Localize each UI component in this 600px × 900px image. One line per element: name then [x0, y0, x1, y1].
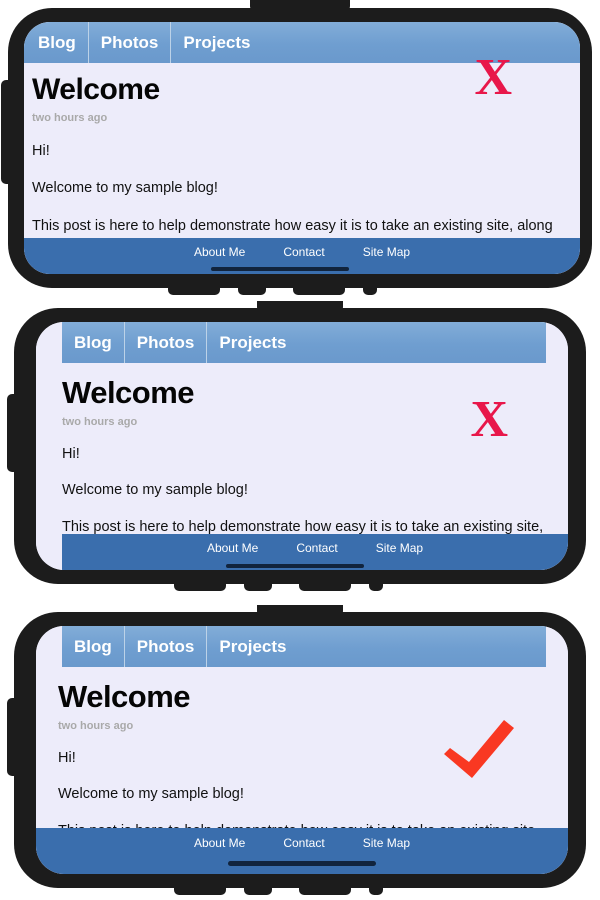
phone-notch-icon: [250, 0, 350, 12]
article-paragraph-1: Hi!: [58, 750, 76, 766]
phone-side-button[interactable]: [1, 80, 13, 184]
nav-item-photos[interactable]: Photos: [125, 626, 208, 667]
footer-link-site-map[interactable]: Site Map: [363, 836, 410, 850]
page-title: Welcome: [32, 73, 160, 106]
article-paragraph-2: Welcome to my sample blog!: [32, 180, 218, 197]
nav-item-projects[interactable]: Projects: [171, 22, 580, 63]
top-navigation-bar-1: Blog Photos Projects: [24, 22, 580, 63]
footer-link-about-me[interactable]: About Me: [207, 541, 258, 555]
phone-edge-button-d[interactable]: [369, 579, 383, 591]
footer-link-group: About Me Contact Site Map: [24, 238, 580, 259]
document-surface-3: Blog Photos Projects Welcome two hours a…: [36, 626, 568, 874]
phone-edge-button-b[interactable]: [244, 579, 272, 591]
article-paragraph-2: Welcome to my sample blog!: [62, 482, 248, 499]
footer-link-contact[interactable]: Contact: [283, 836, 324, 850]
home-indicator[interactable]: [228, 861, 376, 866]
phone-screen-3: Blog Photos Projects Welcome two hours a…: [36, 626, 568, 874]
footer-link-about-me[interactable]: About Me: [194, 245, 245, 259]
page-title: Welcome: [62, 375, 195, 410]
article-paragraph-1: Hi!: [62, 446, 80, 462]
footer-link-group: About Me Contact Site Map: [62, 534, 568, 555]
top-navigation-bar-3: Blog Photos Projects: [62, 626, 546, 667]
article-paragraph-1: Hi!: [32, 143, 50, 159]
phone-mockup-1: Blog Photos Projects Welcome two hours a…: [1, 0, 592, 295]
footer-link-group: About Me Contact Site Map: [36, 828, 568, 850]
article-paragraph-2: Welcome to my sample blog!: [58, 786, 244, 803]
nav-item-blog[interactable]: Blog: [62, 626, 125, 667]
bottom-footer-bar-2: About Me Contact Site Map: [62, 534, 568, 570]
phone-edge-button-b[interactable]: [244, 883, 272, 895]
phone-edge-button-c[interactable]: [299, 883, 351, 895]
phone-side-button[interactable]: [7, 698, 19, 776]
phone-notch-icon: [257, 605, 343, 617]
bottom-footer-bar-1: About Me Contact Site Map: [24, 238, 580, 274]
phone-edge-button-a[interactable]: [168, 283, 220, 295]
nav-item-photos[interactable]: Photos: [125, 322, 208, 363]
top-navigation-bar-2: Blog Photos Projects: [62, 322, 546, 363]
home-indicator[interactable]: [210, 267, 349, 271]
document-surface-1: Blog Photos Projects Welcome two hours a…: [24, 22, 580, 274]
phone-notch-icon: [257, 301, 343, 313]
nav-item-blog[interactable]: Blog: [62, 322, 125, 363]
phone-edge-button-a[interactable]: [174, 883, 226, 895]
phone-side-button[interactable]: [7, 394, 19, 472]
footer-link-contact[interactable]: Contact: [283, 245, 324, 259]
phone-edge-button-c[interactable]: [293, 283, 345, 295]
phone-mockup-3: Blog Photos Projects Welcome two hours a…: [7, 605, 586, 895]
nav-item-projects[interactable]: Projects: [207, 626, 546, 667]
phone-mockup-2: Blog Photos Projects Welcome two hours a…: [7, 301, 586, 591]
bottom-footer-bar-3: About Me Contact Site Map: [36, 828, 568, 874]
footer-link-site-map[interactable]: Site Map: [363, 245, 410, 259]
document-surface-2: Blog Photos Projects Welcome two hours a…: [36, 322, 568, 570]
nav-item-blog[interactable]: Blog: [24, 22, 89, 63]
phone-edge-button-d[interactable]: [363, 283, 377, 295]
home-indicator[interactable]: [225, 564, 364, 568]
phone-edge-button-d[interactable]: [369, 883, 383, 895]
phone-screen-1: Blog Photos Projects Welcome two hours a…: [24, 22, 580, 274]
nav-item-projects[interactable]: Projects: [207, 322, 546, 363]
phone-edge-button-a[interactable]: [174, 579, 226, 591]
footer-link-contact[interactable]: Contact: [296, 541, 337, 555]
post-timestamp: two hours ago: [62, 416, 138, 428]
phone-screen-2: Blog Photos Projects Welcome two hours a…: [36, 322, 568, 570]
page-root: Blog Photos Projects Welcome two hours a…: [0, 0, 600, 900]
footer-link-site-map[interactable]: Site Map: [376, 541, 423, 555]
phone-edge-button-b[interactable]: [238, 283, 266, 295]
nav-item-photos[interactable]: Photos: [89, 22, 172, 63]
post-timestamp: two hours ago: [58, 720, 134, 732]
post-timestamp: two hours ago: [32, 112, 108, 124]
footer-link-about-me[interactable]: About Me: [194, 836, 245, 850]
page-title: Welcome: [58, 679, 191, 714]
phone-edge-button-c[interactable]: [299, 579, 351, 591]
